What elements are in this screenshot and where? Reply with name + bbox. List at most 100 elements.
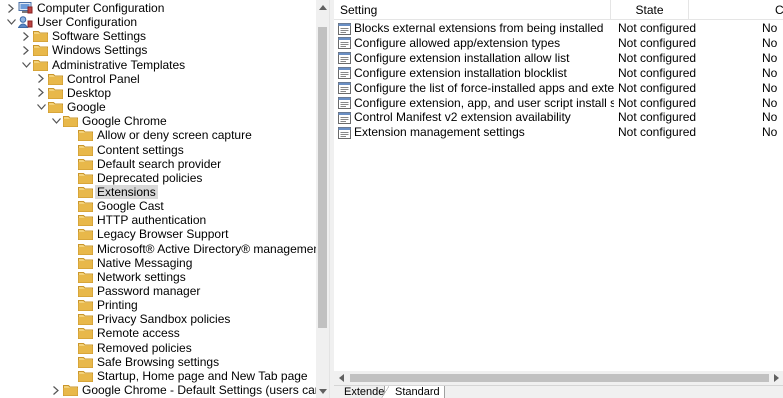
tree-item[interactable]: HTTP authentication <box>66 213 206 227</box>
tree-item[interactable]: Network settings <box>66 270 186 284</box>
chevron-right-icon[interactable] <box>6 2 16 14</box>
policy-setting-name: Configure extension installation blockli… <box>354 65 567 80</box>
tree-item[interactable]: Desktop <box>36 86 111 100</box>
chevron-right-icon[interactable] <box>21 44 31 56</box>
tree-item[interactable]: Google Cast <box>66 199 164 213</box>
policy-row[interactable]: Configure the list of force-installed ap… <box>334 81 783 96</box>
tree-item[interactable]: Remote access <box>66 326 180 340</box>
chevron-down-icon[interactable] <box>51 115 61 127</box>
tree-vertical-scrollbar[interactable] <box>316 0 329 398</box>
tree-item-label: Deprecated policies <box>97 170 203 185</box>
tree-item[interactable]: Administrative Templates <box>21 58 185 72</box>
policy-setting-cell: Blocks external extensions from being in… <box>338 21 614 36</box>
policy-setting-icon <box>338 52 351 65</box>
chevron-down-icon[interactable] <box>36 101 46 113</box>
policy-setting-icon <box>338 22 351 35</box>
folder-icon <box>33 30 48 43</box>
policy-row[interactable]: Configure extension installation allow l… <box>334 51 783 66</box>
column-header-setting[interactable]: Setting <box>334 0 611 20</box>
tree-item-label: Google Chrome <box>82 114 167 129</box>
tab-standard[interactable]: Standard <box>381 386 445 398</box>
scroll-up-arrow-icon[interactable] <box>316 0 329 14</box>
tree-item[interactable]: Software Settings <box>21 29 146 43</box>
tree-scrollbar-thumb[interactable] <box>318 27 327 328</box>
tree-item-label: Removed policies <box>97 340 192 355</box>
list-horizontal-scrollbar[interactable] <box>334 371 783 385</box>
tree-item[interactable]: Windows Settings <box>21 43 147 57</box>
tree-item[interactable]: Extensions <box>66 184 158 199</box>
tree-item[interactable]: Legacy Browser Support <box>66 227 228 241</box>
policy-state: Not configured <box>618 50 697 65</box>
folder-icon <box>78 370 93 382</box>
folder-icon <box>78 214 93 227</box>
tree-item-label: Safe Browsing settings <box>97 354 220 369</box>
policy-row[interactable]: Blocks external extensions from being in… <box>334 21 783 36</box>
chevron-right-icon[interactable] <box>51 384 61 396</box>
policy-row[interactable]: Configure allowed app/extension types Not… <box>334 36 783 51</box>
folder-icon <box>78 129 93 142</box>
folder-icon <box>78 144 93 156</box>
policy-setting-cell: Control Manifest v2 extension availabili… <box>338 110 614 125</box>
policy-state: Not configured <box>618 125 697 140</box>
tree-item[interactable]: Control Panel <box>36 72 140 86</box>
tree-item[interactable]: Deprecated policies <box>66 171 202 185</box>
folder-icon <box>78 158 93 170</box>
scroll-down-arrow-icon[interactable] <box>316 384 329 398</box>
policy-setting-name: Configure allowed app/extension types <box>354 35 561 50</box>
policy-setting-name: Control Manifest v2 extension availabili… <box>354 110 571 125</box>
tree-item[interactable]: Computer Configuration <box>6 1 164 15</box>
tree-item[interactable]: Startup, Home page and New Tab page <box>66 369 308 383</box>
tree-item[interactable]: Google <box>36 100 106 114</box>
chevron-down-icon[interactable] <box>6 16 16 28</box>
tree-item[interactable]: Printing <box>66 298 138 312</box>
tree-item[interactable]: Removed policies <box>66 341 192 355</box>
policy-setting-icon <box>338 37 351 50</box>
column-header-comment[interactable]: Comme <box>689 0 783 20</box>
list-scrollbar-thumb[interactable] <box>350 374 769 382</box>
policy-state: Not configured <box>618 95 697 110</box>
chevron-right-icon[interactable] <box>21 30 31 42</box>
tree-item-label: User Configuration <box>37 15 138 30</box>
tree-item-label: Microsoft® Active Directory® management … <box>97 241 330 256</box>
tree-item[interactable]: User Configuration <box>6 15 137 29</box>
policy-row[interactable]: Control Manifest v2 extension availabili… <box>334 110 783 125</box>
scroll-left-arrow-icon[interactable] <box>334 371 348 385</box>
folder-icon <box>78 313 93 326</box>
folder-icon <box>78 172 93 184</box>
tree-item[interactable]: Default search provider <box>66 157 221 171</box>
tree-item-label: Network settings <box>97 269 186 284</box>
tree-item[interactable]: Google Chrome - Default Settings (users … <box>51 383 330 397</box>
policy-row[interactable]: Configure extension installation blockli… <box>334 66 783 81</box>
tree-item[interactable]: Native Messaging <box>66 256 192 270</box>
folder-icon <box>78 327 93 340</box>
tree-item[interactable]: Microsoft® Active Directory® management … <box>66 242 330 256</box>
tree-item[interactable]: Content settings <box>66 143 184 157</box>
chevron-down-icon[interactable] <box>21 59 31 71</box>
tree-item-label: Software Settings <box>52 29 147 44</box>
tree-item[interactable]: Password manager <box>66 284 200 298</box>
tree-item-label: Startup, Home page and New Tab page <box>97 368 308 383</box>
chevron-right-icon[interactable] <box>36 73 46 85</box>
tree-item-label: Google <box>67 100 106 115</box>
tree-item[interactable]: Google Chrome <box>51 114 167 128</box>
tree-item[interactable]: Allow or deny screen capture <box>66 128 252 142</box>
folder-icon <box>48 87 63 99</box>
policy-setting-cell: Configure extension installation blockli… <box>338 66 614 81</box>
policy-state: Not configured <box>618 21 697 35</box>
policy-state: Not configured <box>618 35 697 50</box>
chevron-right-icon[interactable] <box>36 87 46 99</box>
column-header-state[interactable]: State <box>611 0 689 20</box>
policy-setting-icon <box>338 111 351 124</box>
tree-item[interactable]: Privacy Sandbox policies <box>66 312 230 326</box>
policy-setting-cell: Configure allowed app/extension types <box>338 36 614 51</box>
policy-row[interactable]: Configure extension, app, and user scrip… <box>334 96 783 111</box>
scroll-right-arrow-icon[interactable] <box>769 371 783 385</box>
policy-row[interactable]: Extension management settings Not configu… <box>334 125 783 140</box>
tree-item[interactable]: Safe Browsing settings <box>66 355 219 369</box>
